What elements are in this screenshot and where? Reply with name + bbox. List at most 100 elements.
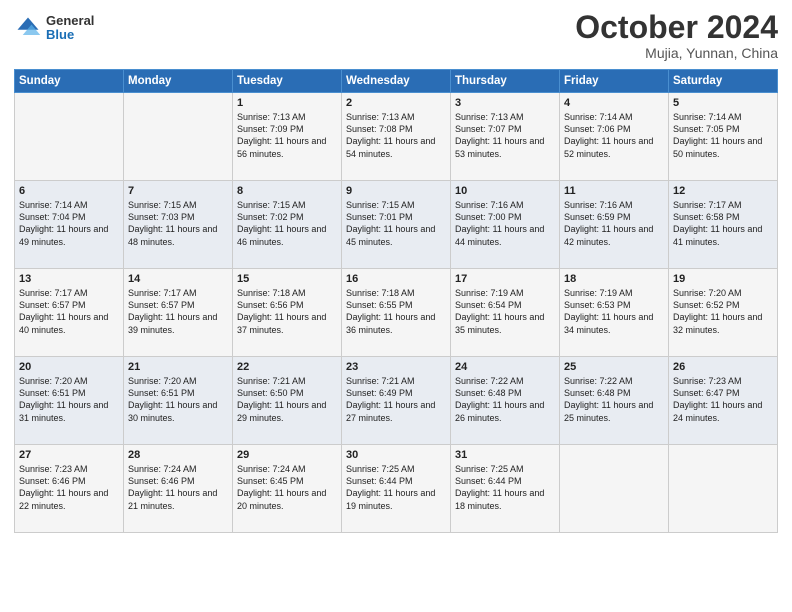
day-cell: 6 Sunrise: 7:14 AMSunset: 7:04 PMDaylight…: [15, 181, 124, 269]
col-header-monday: Monday: [124, 70, 233, 93]
day-number: 29: [237, 449, 337, 461]
logo-general: General: [46, 14, 94, 28]
day-info: Sunrise: 7:20 AMSunset: 6:51 PMDaylight:…: [128, 375, 228, 424]
day-number: 5: [673, 97, 773, 109]
col-header-wednesday: Wednesday: [342, 70, 451, 93]
day-info: Sunrise: 7:20 AMSunset: 6:52 PMDaylight:…: [673, 287, 773, 336]
day-cell: 24 Sunrise: 7:22 AMSunset: 6:48 PMDayligh…: [451, 357, 560, 445]
day-info: Sunrise: 7:24 AMSunset: 6:45 PMDaylight:…: [237, 463, 337, 512]
col-header-thursday: Thursday: [451, 70, 560, 93]
day-number: 18: [564, 273, 664, 285]
col-header-saturday: Saturday: [669, 70, 778, 93]
day-info: Sunrise: 7:21 AMSunset: 6:49 PMDaylight:…: [346, 375, 446, 424]
day-number: 17: [455, 273, 555, 285]
day-number: 4: [564, 97, 664, 109]
day-info: Sunrise: 7:13 AMSunset: 7:09 PMDaylight:…: [237, 111, 337, 160]
day-info: Sunrise: 7:13 AMSunset: 7:08 PMDaylight:…: [346, 111, 446, 160]
day-number: 10: [455, 185, 555, 197]
day-cell: 4 Sunrise: 7:14 AMSunset: 7:06 PMDaylight…: [560, 93, 669, 181]
day-cell: 8 Sunrise: 7:15 AMSunset: 7:02 PMDaylight…: [233, 181, 342, 269]
day-number: 6: [19, 185, 119, 197]
day-number: 24: [455, 361, 555, 373]
day-cell: 10 Sunrise: 7:16 AMSunset: 7:00 PMDayligh…: [451, 181, 560, 269]
day-cell: 22 Sunrise: 7:21 AMSunset: 6:50 PMDayligh…: [233, 357, 342, 445]
day-number: 30: [346, 449, 446, 461]
calendar-title: October 2024: [575, 10, 778, 45]
day-cell: 27 Sunrise: 7:23 AMSunset: 6:46 PMDayligh…: [15, 445, 124, 533]
day-info: Sunrise: 7:16 AMSunset: 7:00 PMDaylight:…: [455, 199, 555, 248]
header: General Blue October 2024 Mujia, Yunnan,…: [14, 10, 778, 61]
header-row: SundayMondayTuesdayWednesdayThursdayFrid…: [15, 70, 778, 93]
day-cell: 1 Sunrise: 7:13 AMSunset: 7:09 PMDaylight…: [233, 93, 342, 181]
logo: General Blue: [14, 14, 94, 43]
day-info: Sunrise: 7:24 AMSunset: 6:46 PMDaylight:…: [128, 463, 228, 512]
week-row-1: 1 Sunrise: 7:13 AMSunset: 7:09 PMDaylight…: [15, 93, 778, 181]
day-number: 3: [455, 97, 555, 109]
day-info: Sunrise: 7:15 AMSunset: 7:03 PMDaylight:…: [128, 199, 228, 248]
logo-blue: Blue: [46, 28, 94, 42]
day-number: 31: [455, 449, 555, 461]
day-number: 1: [237, 97, 337, 109]
day-number: 9: [346, 185, 446, 197]
day-info: Sunrise: 7:23 AMSunset: 6:46 PMDaylight:…: [19, 463, 119, 512]
week-row-3: 13 Sunrise: 7:17 AMSunset: 6:57 PMDayligh…: [15, 269, 778, 357]
logo-icon: [14, 14, 42, 42]
day-info: Sunrise: 7:20 AMSunset: 6:51 PMDaylight:…: [19, 375, 119, 424]
day-cell: 12 Sunrise: 7:17 AMSunset: 6:58 PMDayligh…: [669, 181, 778, 269]
col-header-sunday: Sunday: [15, 70, 124, 93]
day-cell: 16Sunrise: 7:18 AMSunset: 6:55 PMDayligh…: [342, 269, 451, 357]
day-cell: 9 Sunrise: 7:15 AMSunset: 7:01 PMDaylight…: [342, 181, 451, 269]
day-info: Sunrise: 7:25 AMSunset: 6:44 PMDaylight:…: [346, 463, 446, 512]
day-info: Sunrise: 7:14 AMSunset: 7:05 PMDaylight:…: [673, 111, 773, 160]
day-number: 16: [346, 273, 446, 285]
col-header-friday: Friday: [560, 70, 669, 93]
day-number: 11: [564, 185, 664, 197]
day-info: Sunrise: 7:14 AMSunset: 7:04 PMDaylight:…: [19, 199, 119, 248]
day-cell: 26Sunrise: 7:23 AMSunset: 6:47 PMDayligh…: [669, 357, 778, 445]
day-info: Sunrise: 7:22 AMSunset: 6:48 PMDaylight:…: [564, 375, 664, 424]
day-number: 21: [128, 361, 228, 373]
day-cell: [124, 93, 233, 181]
day-cell: 7Sunrise: 7:15 AMSunset: 7:03 PMDaylight…: [124, 181, 233, 269]
day-number: 28: [128, 449, 228, 461]
day-cell: 19Sunrise: 7:20 AMSunset: 6:52 PMDayligh…: [669, 269, 778, 357]
day-info: Sunrise: 7:17 AMSunset: 6:57 PMDaylight:…: [128, 287, 228, 336]
day-cell: 31Sunrise: 7:25 AMSunset: 6:44 PMDayligh…: [451, 445, 560, 533]
calendar-location: Mujia, Yunnan, China: [575, 45, 778, 61]
day-info: Sunrise: 7:17 AMSunset: 6:57 PMDaylight:…: [19, 287, 119, 336]
day-cell: 20 Sunrise: 7:20 AMSunset: 6:51 PMDayligh…: [15, 357, 124, 445]
day-cell: 5 Sunrise: 7:14 AMSunset: 7:05 PMDaylight…: [669, 93, 778, 181]
day-info: Sunrise: 7:15 AMSunset: 7:02 PMDaylight:…: [237, 199, 337, 248]
day-number: 26: [673, 361, 773, 373]
week-row-5: 27 Sunrise: 7:23 AMSunset: 6:46 PMDayligh…: [15, 445, 778, 533]
day-number: 22: [237, 361, 337, 373]
day-cell: 17 Sunrise: 7:19 AMSunset: 6:54 PMDayligh…: [451, 269, 560, 357]
day-info: Sunrise: 7:16 AMSunset: 6:59 PMDaylight:…: [564, 199, 664, 248]
day-cell: 11 Sunrise: 7:16 AMSunset: 6:59 PMDayligh…: [560, 181, 669, 269]
day-number: 15: [237, 273, 337, 285]
week-row-4: 20 Sunrise: 7:20 AMSunset: 6:51 PMDayligh…: [15, 357, 778, 445]
day-cell: 18Sunrise: 7:19 AMSunset: 6:53 PMDayligh…: [560, 269, 669, 357]
day-cell: [669, 445, 778, 533]
col-header-tuesday: Tuesday: [233, 70, 342, 93]
day-cell: 30 Sunrise: 7:25 AMSunset: 6:44 PMDayligh…: [342, 445, 451, 533]
day-number: 27: [19, 449, 119, 461]
week-row-2: 6 Sunrise: 7:14 AMSunset: 7:04 PMDaylight…: [15, 181, 778, 269]
day-number: 23: [346, 361, 446, 373]
day-number: 8: [237, 185, 337, 197]
day-cell: 25Sunrise: 7:22 AMSunset: 6:48 PMDayligh…: [560, 357, 669, 445]
logo-text: General Blue: [46, 14, 94, 43]
day-info: Sunrise: 7:22 AMSunset: 6:48 PMDaylight:…: [455, 375, 555, 424]
day-number: 20: [19, 361, 119, 373]
day-number: 13: [19, 273, 119, 285]
day-info: Sunrise: 7:15 AMSunset: 7:01 PMDaylight:…: [346, 199, 446, 248]
day-info: Sunrise: 7:19 AMSunset: 6:54 PMDaylight:…: [455, 287, 555, 336]
day-number: 12: [673, 185, 773, 197]
day-info: Sunrise: 7:14 AMSunset: 7:06 PMDaylight:…: [564, 111, 664, 160]
day-cell: 23 Sunrise: 7:21 AMSunset: 6:49 PMDayligh…: [342, 357, 451, 445]
day-info: Sunrise: 7:17 AMSunset: 6:58 PMDaylight:…: [673, 199, 773, 248]
day-number: 2: [346, 97, 446, 109]
day-info: Sunrise: 7:21 AMSunset: 6:50 PMDaylight:…: [237, 375, 337, 424]
day-cell: 15Sunrise: 7:18 AMSunset: 6:56 PMDayligh…: [233, 269, 342, 357]
day-cell: 28 Sunrise: 7:24 AMSunset: 6:46 PMDayligh…: [124, 445, 233, 533]
